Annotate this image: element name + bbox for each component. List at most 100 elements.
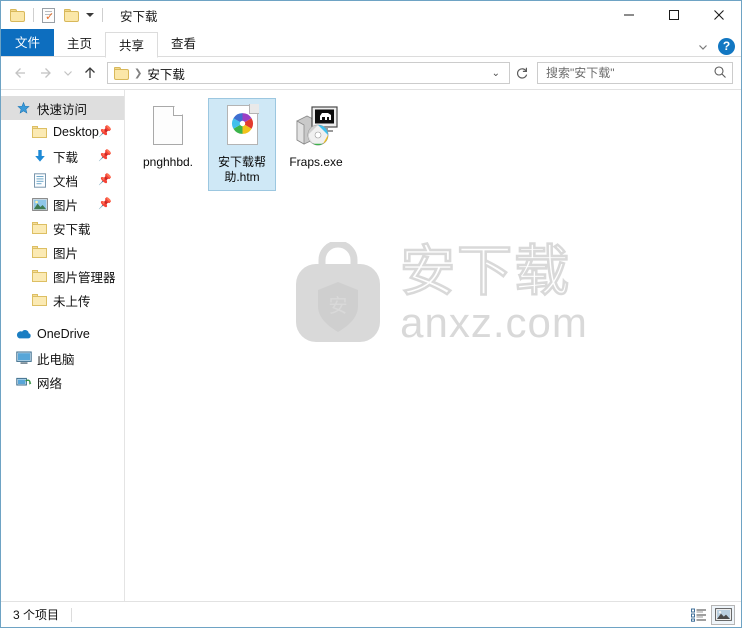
sidebar-item-pictures[interactable]: 图片 📌 bbox=[1, 192, 124, 216]
sidebar-item-this-pc[interactable]: 此电脑 bbox=[1, 346, 124, 370]
details-view-button[interactable] bbox=[687, 605, 711, 625]
item-count-label: 3 个项目 bbox=[13, 608, 60, 622]
sidebar-item-network[interactable]: 网络 bbox=[1, 370, 124, 394]
watermark-domain: anxz.com bbox=[400, 298, 588, 346]
new-folder-icon[interactable] bbox=[64, 8, 79, 22]
window-title: 安下载 bbox=[120, 9, 158, 24]
file-name-label: Fraps.exe bbox=[289, 155, 343, 169]
large-icons-view-button[interactable] bbox=[711, 604, 735, 625]
sidebar-item-desktop[interactable]: Desktop 📌 bbox=[1, 120, 124, 144]
window-body: 快速访问 Desktop 📌 下载 📌 文档 📌 图片 📌 安下载 图片 图片管… bbox=[1, 89, 741, 601]
breadcrumb-item-current[interactable]: 安下载 bbox=[147, 64, 185, 83]
file-name-label: pnghhbd. bbox=[142, 155, 194, 169]
back-button[interactable] bbox=[7, 60, 33, 86]
star-pin-icon bbox=[15, 100, 32, 116]
sidebar-item-anxiazai[interactable]: 安下载 bbox=[1, 216, 124, 240]
documents-icon bbox=[31, 172, 48, 188]
sidebar-label: 图片管理器 bbox=[53, 270, 116, 285]
tab-home[interactable]: 主页 bbox=[54, 31, 105, 57]
sidebar-label: 网络 bbox=[37, 376, 63, 391]
folder-icon bbox=[31, 268, 48, 284]
file-grid: pnghhbd. 安下载帮助.htm Fraps.exe bbox=[125, 90, 741, 199]
refresh-button[interactable] bbox=[510, 61, 534, 85]
pin-icon[interactable]: 📌 bbox=[98, 125, 112, 138]
sidebar-item-picture-manager[interactable]: 图片管理器 bbox=[1, 264, 124, 288]
folder-icon bbox=[31, 124, 48, 140]
close-button[interactable] bbox=[696, 1, 741, 29]
download-icon bbox=[31, 148, 48, 164]
breadcrumb[interactable]: ❯ 安下载 ⌄ bbox=[107, 62, 510, 84]
chevron-down-icon[interactable] bbox=[697, 41, 709, 53]
search-icon[interactable] bbox=[713, 65, 727, 82]
sidebar-label: 未上传 bbox=[53, 294, 91, 309]
navigation-pane: 快速访问 Desktop 📌 下载 📌 文档 📌 图片 📌 安下载 图片 图片管… bbox=[1, 90, 125, 601]
sidebar-item-pictures-folder[interactable]: 图片 bbox=[1, 240, 124, 264]
customize-caret-icon[interactable] bbox=[86, 13, 94, 17]
sidebar-item-documents[interactable]: 文档 📌 bbox=[1, 168, 124, 192]
svg-text:安: 安 bbox=[329, 295, 348, 317]
folder-icon bbox=[31, 220, 48, 236]
sidebar-label: 图片 bbox=[53, 246, 79, 261]
toolbar-divider bbox=[33, 8, 34, 22]
help-button[interactable]: ? bbox=[718, 38, 735, 55]
recent-locations-button[interactable] bbox=[59, 60, 77, 86]
sidebar-label: 快速访问 bbox=[37, 102, 88, 117]
pin-icon[interactable]: 📌 bbox=[98, 149, 112, 162]
ribbon-tab-bar: 文件 主页 共享 查看 ? bbox=[1, 29, 741, 58]
breadcrumb-items: ❯ 安下载 bbox=[114, 64, 487, 83]
search-input[interactable] bbox=[537, 62, 733, 84]
breadcrumb-separator: ❯ bbox=[134, 67, 143, 79]
tab-file[interactable]: 文件 bbox=[1, 29, 55, 57]
file-item[interactable]: 安下载帮助.htm bbox=[208, 98, 276, 191]
pictures-icon bbox=[31, 196, 48, 212]
folder-icon bbox=[31, 292, 48, 308]
sidebar-label: 下载 bbox=[53, 150, 79, 165]
file-item[interactable]: pnghhbd. bbox=[134, 98, 202, 191]
quick-access-toolbar: ✓ 安下载 bbox=[1, 6, 158, 25]
watermark-logo-icon: 安 bbox=[296, 241, 381, 342]
breadcrumb-dropdown-icon[interactable]: ⌄ bbox=[487, 68, 505, 79]
html-pinwheel-icon bbox=[218, 103, 266, 151]
sidebar-item-onedrive[interactable]: OneDrive bbox=[1, 322, 124, 346]
toolbar-divider-2 bbox=[102, 8, 103, 22]
tab-share[interactable]: 共享 bbox=[105, 32, 159, 58]
minimize-button[interactable] bbox=[606, 1, 651, 29]
folder-icon bbox=[31, 244, 48, 260]
forward-button[interactable] bbox=[33, 60, 59, 86]
sidebar-label: 此电脑 bbox=[37, 352, 75, 367]
window-controls bbox=[606, 1, 741, 29]
status-divider bbox=[71, 607, 73, 622]
tab-view[interactable]: 查看 bbox=[158, 31, 209, 57]
network-icon bbox=[15, 374, 32, 390]
sidebar-item-not-uploaded[interactable]: 未上传 bbox=[1, 288, 124, 312]
title-bar: ✓ 安下载 bbox=[1, 1, 741, 29]
properties-icon[interactable]: ✓ bbox=[42, 7, 55, 23]
up-button[interactable] bbox=[77, 60, 103, 86]
pin-icon[interactable]: 📌 bbox=[98, 173, 112, 186]
sidebar-item-quick-access[interactable]: 快速访问 bbox=[1, 96, 124, 120]
status-bar: 3 个项目 bbox=[1, 601, 741, 627]
sidebar-label: 安下载 bbox=[53, 222, 91, 237]
sidebar-label: 图片 bbox=[53, 198, 79, 213]
check-mark: ✓ bbox=[45, 10, 55, 23]
file-list-pane[interactable]: 安 安下载 anxz.com pnghhbd. 安下载帮助.htm Fraps.… bbox=[125, 90, 741, 601]
sidebar-label: 文档 bbox=[53, 174, 79, 189]
file-name-label: 安下载帮助.htm bbox=[217, 155, 266, 184]
folder-icon[interactable] bbox=[10, 8, 25, 22]
ribbon-right-controls: ? bbox=[697, 38, 735, 55]
blank-document-icon bbox=[144, 103, 192, 151]
sidebar-item-downloads[interactable]: 下载 📌 bbox=[1, 144, 124, 168]
maximize-button[interactable] bbox=[651, 1, 696, 29]
sidebar-label: OneDrive bbox=[37, 327, 90, 341]
pin-icon[interactable]: 📌 bbox=[98, 197, 112, 210]
this-pc-icon bbox=[15, 350, 32, 366]
explorer-window: ✓ 安下载 文件 主页 共享 查看 ? ❯ 安下载 ⌄ 搜索"安下载" 快速访问… bbox=[0, 0, 742, 628]
fraps-application-icon bbox=[292, 103, 340, 151]
file-item[interactable]: Fraps.exe bbox=[282, 98, 350, 191]
sidebar-label: Desktop bbox=[53, 125, 99, 139]
address-bar: ❯ 安下载 ⌄ bbox=[1, 57, 741, 89]
watermark-brand: 安下载 bbox=[399, 238, 572, 303]
search-field[interactable] bbox=[546, 66, 713, 80]
breadcrumb-folder-icon bbox=[114, 66, 129, 80]
